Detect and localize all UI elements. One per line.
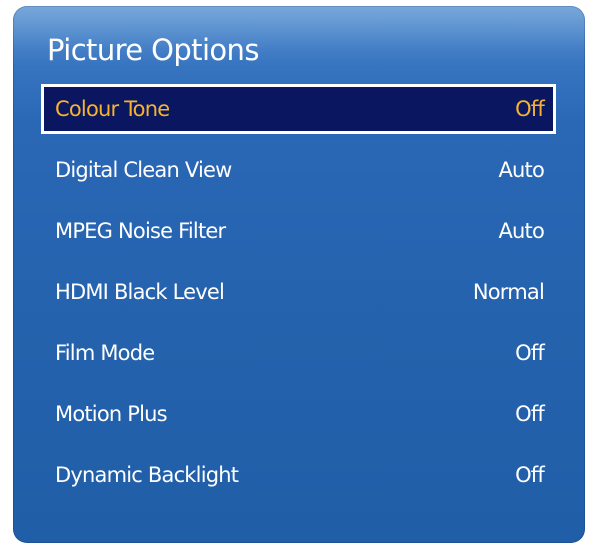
menu-item-value: Off <box>515 97 545 121</box>
menu-item-label: Colour Tone <box>55 97 170 121</box>
menu-item-value: Off <box>515 463 545 487</box>
menu-item-label: HDMI Black Level <box>55 280 225 304</box>
menu-item-colour-tone[interactable]: Colour Tone Off <box>41 84 556 134</box>
options-list: Colour Tone Off Digital Clean View Auto … <box>41 84 556 511</box>
menu-item-label: Digital Clean View <box>55 158 232 182</box>
menu-item-value: Normal <box>472 280 545 304</box>
menu-item-dynamic-backlight[interactable]: Dynamic Backlight Off <box>41 450 556 500</box>
menu-item-digital-clean-view[interactable]: Digital Clean View Auto <box>41 145 556 195</box>
menu-item-label: MPEG Noise Filter <box>55 219 226 243</box>
menu-item-mpeg-noise-filter[interactable]: MPEG Noise Filter Auto <box>41 206 556 256</box>
menu-item-film-mode[interactable]: Film Mode Off <box>41 328 556 378</box>
menu-title: Picture Options <box>47 33 259 67</box>
menu-item-value: Auto <box>498 219 544 243</box>
menu-item-label: Motion Plus <box>55 402 168 426</box>
menu-item-label: Film Mode <box>55 341 155 365</box>
menu-item-value: Off <box>515 402 545 426</box>
menu-item-value: Off <box>515 341 545 365</box>
menu-item-value: Auto <box>498 158 544 182</box>
menu-item-motion-plus[interactable]: Motion Plus Off <box>41 389 556 439</box>
menu-item-hdmi-black-level[interactable]: HDMI Black Level Normal <box>41 267 556 317</box>
picture-options-panel: Picture Options Colour Tone Off Digital … <box>13 6 585 543</box>
menu-item-label: Dynamic Backlight <box>55 463 239 487</box>
